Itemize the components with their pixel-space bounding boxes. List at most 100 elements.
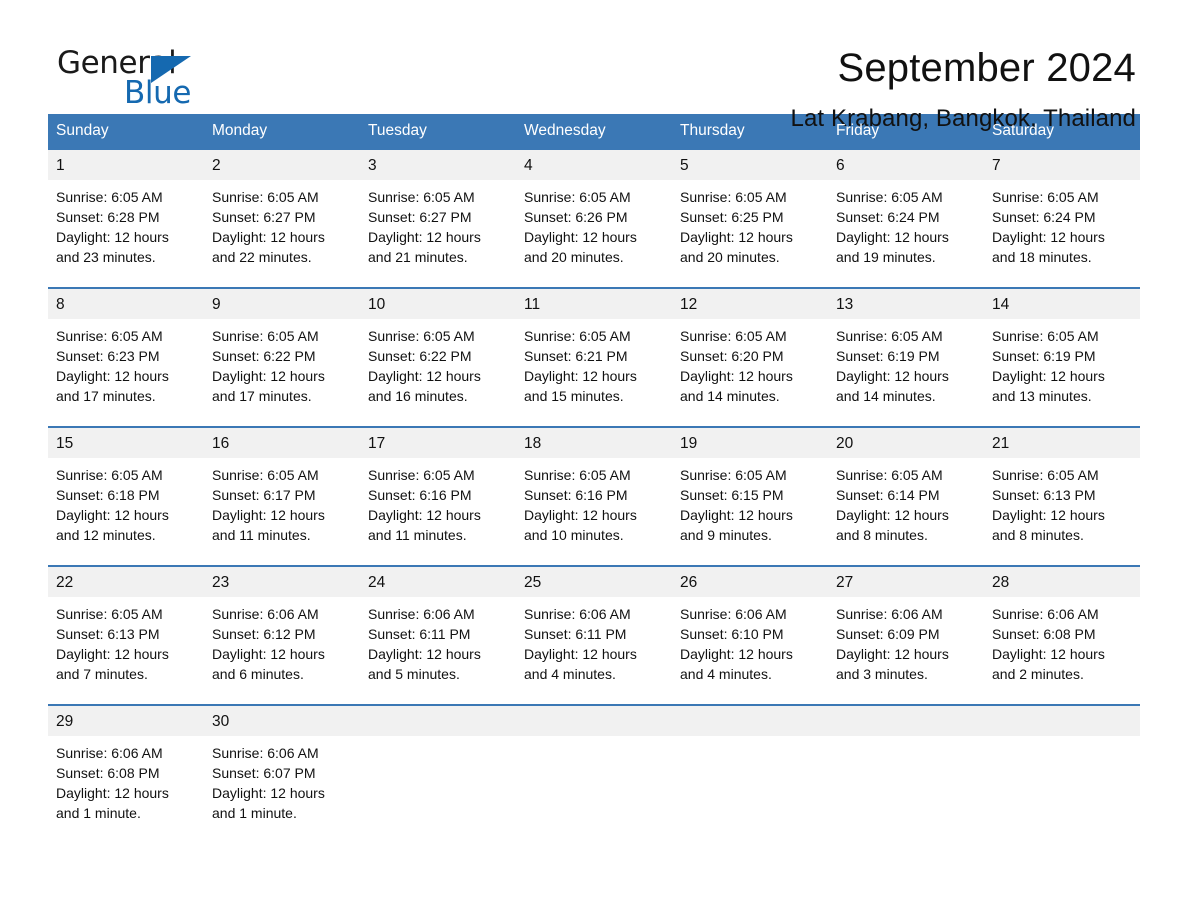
sunset-text: Sunset: 6:19 PM — [836, 348, 940, 364]
day-cell[interactable]: 24 Sunrise: 6:06 AM Sunset: 6:11 PM Dayl… — [360, 565, 516, 705]
sunrise-text: Sunrise: 6:06 AM — [56, 745, 163, 761]
day-cell[interactable]: 18 Sunrise: 6:05 AM Sunset: 6:16 PM Dayl… — [516, 426, 672, 566]
day-cell[interactable]: 22 Sunrise: 6:05 AM Sunset: 6:13 PM Dayl… — [48, 565, 204, 705]
day-details: Sunrise: 6:05 AM Sunset: 6:20 PM Dayligh… — [672, 319, 828, 426]
day-number: 7 — [984, 150, 1140, 180]
day-number: 22 — [48, 567, 204, 597]
day-cell[interactable]: 20 Sunrise: 6:05 AM Sunset: 6:14 PM Dayl… — [828, 426, 984, 566]
day-details — [672, 736, 828, 843]
daylight-text-line1: Daylight: 12 hours — [836, 368, 949, 384]
day-number — [672, 706, 828, 736]
day-cell[interactable]: 15 Sunrise: 6:05 AM Sunset: 6:18 PM Dayl… — [48, 426, 204, 566]
day-cell[interactable]: 16 Sunrise: 6:05 AM Sunset: 6:17 PM Dayl… — [204, 426, 360, 566]
day-number: 20 — [828, 428, 984, 458]
week-row: 8 Sunrise: 6:05 AM Sunset: 6:23 PM Dayli… — [48, 287, 1140, 427]
sunset-text: Sunset: 6:24 PM — [836, 209, 940, 225]
sunrise-text: Sunrise: 6:05 AM — [368, 328, 475, 344]
daylight-text-line2: and 14 minutes. — [836, 388, 936, 404]
sunset-text: Sunset: 6:17 PM — [212, 487, 316, 503]
day-cell[interactable]: 5 Sunrise: 6:05 AM Sunset: 6:25 PM Dayli… — [672, 148, 828, 288]
sunrise-text: Sunrise: 6:05 AM — [680, 328, 787, 344]
sunrise-text: Sunrise: 6:05 AM — [836, 328, 943, 344]
day-details: Sunrise: 6:05 AM Sunset: 6:24 PM Dayligh… — [828, 180, 984, 287]
generalblue-logo[interactable]: General Blue — [48, 44, 198, 116]
day-details — [360, 736, 516, 843]
sunrise-text: Sunrise: 6:05 AM — [56, 328, 163, 344]
day-cell[interactable]: 26 Sunrise: 6:06 AM Sunset: 6:10 PM Dayl… — [672, 565, 828, 705]
sunrise-text: Sunrise: 6:05 AM — [524, 189, 631, 205]
daylight-text-line2: and 10 minutes. — [524, 527, 624, 543]
day-cell[interactable]: 10 Sunrise: 6:05 AM Sunset: 6:22 PM Dayl… — [360, 287, 516, 427]
day-cell[interactable]: 23 Sunrise: 6:06 AM Sunset: 6:12 PM Dayl… — [204, 565, 360, 705]
daylight-text-line2: and 4 minutes. — [680, 666, 772, 682]
daylight-text-line2: and 13 minutes. — [992, 388, 1092, 404]
sunrise-sunset-calendar: Sunday Monday Tuesday Wednesday Thursday… — [48, 114, 1140, 843]
sunset-text: Sunset: 6:11 PM — [368, 626, 471, 642]
day-cell[interactable]: 30 Sunrise: 6:06 AM Sunset: 6:07 PM Dayl… — [204, 704, 360, 843]
sunset-text: Sunset: 6:24 PM — [992, 209, 1096, 225]
day-cell[interactable]: 19 Sunrise: 6:05 AM Sunset: 6:15 PM Dayl… — [672, 426, 828, 566]
daylight-text-line1: Daylight: 12 hours — [836, 229, 949, 245]
sunset-text: Sunset: 6:16 PM — [368, 487, 472, 503]
daylight-text-line1: Daylight: 12 hours — [836, 646, 949, 662]
day-cell[interactable]: 12 Sunrise: 6:05 AM Sunset: 6:20 PM Dayl… — [672, 287, 828, 427]
daylight-text-line2: and 6 minutes. — [212, 666, 304, 682]
day-cell[interactable]: 3 Sunrise: 6:05 AM Sunset: 6:27 PM Dayli… — [360, 148, 516, 288]
daylight-text-line1: Daylight: 12 hours — [992, 646, 1105, 662]
day-cell[interactable]: 8 Sunrise: 6:05 AM Sunset: 6:23 PM Dayli… — [48, 287, 204, 427]
daylight-text-line2: and 16 minutes. — [368, 388, 468, 404]
day-cell[interactable]: 25 Sunrise: 6:06 AM Sunset: 6:11 PM Dayl… — [516, 565, 672, 705]
daylight-text-line1: Daylight: 12 hours — [56, 368, 169, 384]
sunrise-text: Sunrise: 6:05 AM — [836, 467, 943, 483]
sunset-text: Sunset: 6:27 PM — [212, 209, 316, 225]
sunrise-text: Sunrise: 6:05 AM — [212, 467, 319, 483]
day-cell[interactable]: 17 Sunrise: 6:05 AM Sunset: 6:16 PM Dayl… — [360, 426, 516, 566]
day-cell[interactable]: 1 Sunrise: 6:05 AM Sunset: 6:28 PM Dayli… — [48, 148, 204, 288]
day-details: Sunrise: 6:05 AM Sunset: 6:16 PM Dayligh… — [360, 458, 516, 565]
daylight-text-line1: Daylight: 12 hours — [992, 229, 1105, 245]
day-number — [516, 706, 672, 736]
day-number: 27 — [828, 567, 984, 597]
day-number: 3 — [360, 150, 516, 180]
sunset-text: Sunset: 6:08 PM — [992, 626, 1096, 642]
sunrise-text: Sunrise: 6:05 AM — [992, 189, 1099, 205]
day-number: 29 — [48, 706, 204, 736]
sunrise-text: Sunrise: 6:05 AM — [56, 467, 163, 483]
day-cell[interactable]: 27 Sunrise: 6:06 AM Sunset: 6:09 PM Dayl… — [828, 565, 984, 705]
day-number: 23 — [204, 567, 360, 597]
day-number: 8 — [48, 289, 204, 319]
sunset-text: Sunset: 6:18 PM — [56, 487, 160, 503]
day-cell[interactable]: 21 Sunrise: 6:05 AM Sunset: 6:13 PM Dayl… — [984, 426, 1140, 566]
sunset-text: Sunset: 6:19 PM — [992, 348, 1096, 364]
day-number: 19 — [672, 428, 828, 458]
day-cell[interactable]: 28 Sunrise: 6:06 AM Sunset: 6:08 PM Dayl… — [984, 565, 1140, 705]
day-details: Sunrise: 6:05 AM Sunset: 6:21 PM Dayligh… — [516, 319, 672, 426]
day-number: 9 — [204, 289, 360, 319]
sunset-text: Sunset: 6:13 PM — [992, 487, 1096, 503]
day-cell[interactable]: 14 Sunrise: 6:05 AM Sunset: 6:19 PM Dayl… — [984, 287, 1140, 427]
sunrise-text: Sunrise: 6:05 AM — [56, 606, 163, 622]
day-cell[interactable]: 7 Sunrise: 6:05 AM Sunset: 6:24 PM Dayli… — [984, 148, 1140, 288]
day-cell[interactable]: 6 Sunrise: 6:05 AM Sunset: 6:24 PM Dayli… — [828, 148, 984, 288]
sunset-text: Sunset: 6:14 PM — [836, 487, 940, 503]
weekday-sunday: Sunday — [48, 114, 204, 149]
sunset-text: Sunset: 6:26 PM — [524, 209, 628, 225]
day-cell[interactable]: 9 Sunrise: 6:05 AM Sunset: 6:22 PM Dayli… — [204, 287, 360, 427]
week-row: 1 Sunrise: 6:05 AM Sunset: 6:28 PM Dayli… — [48, 148, 1140, 288]
day-details: Sunrise: 6:05 AM Sunset: 6:27 PM Dayligh… — [360, 180, 516, 287]
day-cell[interactable]: 2 Sunrise: 6:05 AM Sunset: 6:27 PM Dayli… — [204, 148, 360, 288]
day-cell[interactable]: 29 Sunrise: 6:06 AM Sunset: 6:08 PM Dayl… — [48, 704, 204, 843]
daylight-text-line1: Daylight: 12 hours — [680, 368, 793, 384]
daylight-text-line1: Daylight: 12 hours — [680, 507, 793, 523]
day-cell[interactable]: 13 Sunrise: 6:05 AM Sunset: 6:19 PM Dayl… — [828, 287, 984, 427]
day-number: 11 — [516, 289, 672, 319]
day-details — [984, 736, 1140, 843]
sunrise-text: Sunrise: 6:06 AM — [836, 606, 943, 622]
sunset-text: Sunset: 6:12 PM — [212, 626, 316, 642]
day-cell[interactable]: 11 Sunrise: 6:05 AM Sunset: 6:21 PM Dayl… — [516, 287, 672, 427]
calendar-body: 1 Sunrise: 6:05 AM Sunset: 6:28 PM Dayli… — [48, 148, 1140, 843]
weekday-wednesday: Wednesday — [516, 114, 672, 149]
day-cell[interactable]: 4 Sunrise: 6:05 AM Sunset: 6:26 PM Dayli… — [516, 148, 672, 288]
sunrise-text: Sunrise: 6:06 AM — [212, 745, 319, 761]
day-number — [984, 706, 1140, 736]
